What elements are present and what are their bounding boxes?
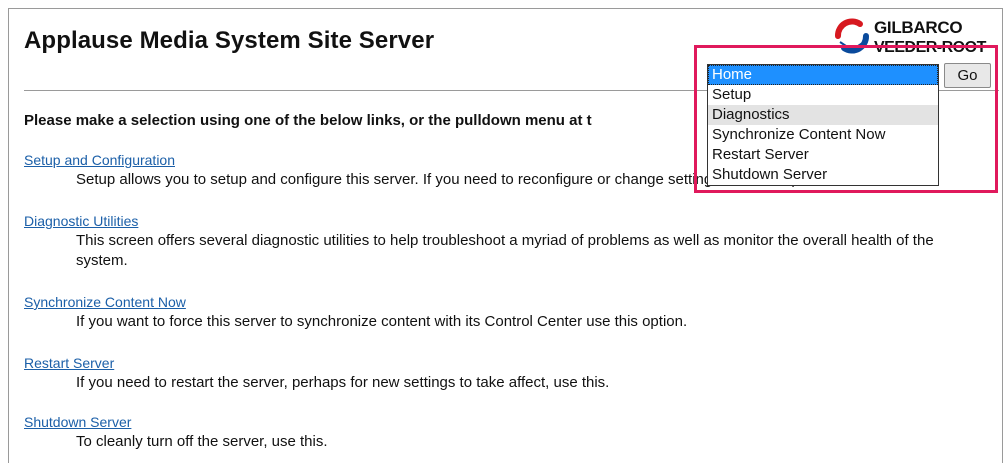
dropdown-option-diagnostics[interactable]: Diagnostics [708, 105, 938, 125]
shutdown-server-link[interactable]: Shutdown Server [24, 414, 984, 430]
dropdown-option-setup[interactable]: Setup [708, 85, 938, 105]
restart-server-link[interactable]: Restart Server [24, 355, 984, 371]
instruction-text: Please make a selection using one of the… [24, 112, 592, 129]
diagnostics-description: This screen offers several diagnostic ut… [76, 232, 934, 269]
dropdown-option-home[interactable]: Home [708, 65, 938, 85]
synchronize-description: If you want to force this server to sync… [76, 313, 688, 330]
link-entry-diagnostics: Diagnostic Utilities This screen offers … [24, 213, 984, 271]
dropdown-option-shutdown[interactable]: Shutdown Server [708, 165, 938, 185]
page-title: Applause Media System Site Server [24, 27, 435, 54]
link-entry-shutdown: Shutdown Server To cleanly turn off the … [24, 414, 984, 452]
synchronize-content-link[interactable]: Synchronize Content Now [24, 294, 984, 310]
restart-description: If you need to restart the server, perha… [76, 374, 610, 391]
dropdown-option-synchronize[interactable]: Synchronize Content Now [708, 125, 938, 145]
dropdown-option-restart[interactable]: Restart Server [708, 145, 938, 165]
shutdown-description: To cleanly turn off the server, use this… [76, 433, 328, 450]
link-entry-synchronize: Synchronize Content Now If you want to f… [24, 294, 984, 332]
link-entry-restart: Restart Server If you need to restart th… [24, 355, 984, 393]
go-button[interactable]: Go [944, 63, 991, 88]
logo-text-gilbarco: GILBARCO [874, 18, 963, 37]
navigation-select-dropdown[interactable]: Home Setup Diagnostics Synchronize Conte… [707, 64, 939, 186]
diagnostic-utilities-link[interactable]: Diagnostic Utilities [24, 213, 984, 229]
